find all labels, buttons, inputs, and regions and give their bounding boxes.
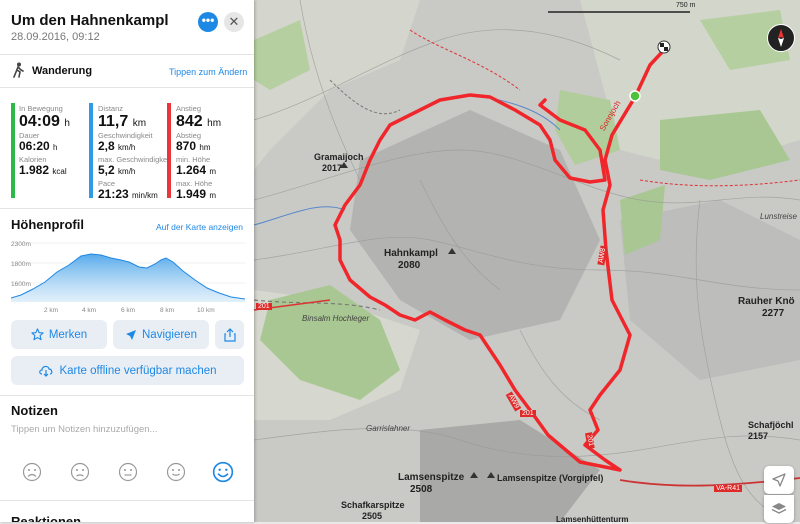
profile-x-label: 4 km — [82, 307, 97, 314]
compass-button[interactable] — [767, 24, 795, 52]
trail-badge-var41: VA-R41 — [714, 485, 742, 492]
map-label-garrislahner: Garrislahner — [366, 424, 411, 433]
change-activity-link[interactable]: Tippen zum Ändern — [169, 67, 247, 77]
moving-label: In Bewegung — [19, 104, 63, 113]
divider — [0, 54, 254, 55]
elevation-profile-area — [11, 254, 245, 302]
max-speed-value: 5,2 km/h — [98, 163, 136, 177]
ascent-stat-bar — [167, 103, 171, 198]
map-label-schafjochl: Schafjöchl — [748, 420, 794, 430]
route-detail-panel: Um den Hahnenkampl 28.09.2016, 09:12 •••… — [0, 0, 254, 522]
min-height-value: 1.264 m — [176, 163, 217, 177]
map-label-lamsenspitze: Lamsenspitze — [398, 472, 465, 483]
profile-y-label: 1600m — [11, 281, 31, 288]
profile-x-label: 8 km — [160, 307, 175, 314]
map-label-hahnkampl-height: 2080 — [398, 260, 421, 271]
layers-button[interactable] — [764, 495, 794, 523]
profile-x-label: 10 km — [197, 307, 215, 314]
show-on-map-link[interactable]: Auf der Karte anzeigen — [156, 222, 243, 232]
save-button[interactable]: Merken — [11, 320, 107, 349]
very-happy-face-icon[interactable] — [212, 461, 234, 483]
route-date: 28.09.2016, 09:12 — [11, 31, 100, 43]
route-finish-marker — [657, 40, 671, 54]
notes-input[interactable]: Tippen um Notizen hinzuzufügen... — [11, 424, 157, 435]
locate-button[interactable] — [764, 466, 794, 494]
ascent-label: Anstieg — [176, 104, 202, 113]
location-arrow-icon — [772, 473, 786, 487]
very-sad-face-icon[interactable] — [22, 462, 42, 482]
share-button[interactable] — [215, 320, 244, 349]
trail-badge-201: 201 — [520, 410, 536, 417]
layers-icon — [771, 503, 787, 514]
star-icon — [31, 328, 44, 341]
cloud-download-icon — [39, 365, 53, 377]
sad-face-icon[interactable] — [70, 462, 90, 482]
share-icon — [223, 327, 236, 342]
profile-y-label: 2300m — [11, 241, 31, 248]
map-label-vorgipfel: Lamsenspitze (Vorgipfel) — [497, 473, 604, 483]
navigation-arrow-icon — [126, 329, 136, 340]
calories-value: 1.982 kcal — [19, 163, 67, 177]
activity-type: Wanderung — [32, 65, 93, 77]
distance-label: Distanz — [98, 104, 124, 113]
map-label-rauher-height: 2277 — [762, 308, 785, 319]
pace-value: 21:23 min/km — [98, 187, 158, 201]
map-label-schafkarspitze: Schafkarspitze — [341, 500, 405, 510]
map-label-rauher: Rauher Knö — [738, 296, 795, 307]
map-scale-label: 750 m — [676, 2, 696, 9]
map-label-hahnkampl: Hahnkampl — [384, 248, 438, 259]
route-start-marker — [629, 90, 641, 102]
more-button[interactable]: ••• — [198, 12, 218, 32]
notes-heading: Notizen — [11, 403, 58, 418]
elevation-profile-chart[interactable] — [11, 240, 245, 304]
profile-heading: Höhenprofil — [11, 217, 84, 232]
happy-face-icon[interactable] — [166, 462, 186, 482]
more-icon: ••• — [201, 13, 215, 27]
hiking-icon — [13, 62, 24, 78]
neutral-face-icon[interactable] — [118, 462, 138, 482]
max-height-value: 1.949 m — [176, 187, 217, 201]
ascent-value: 842 hm — [176, 113, 222, 130]
map-label-gramaijoch-height: 2017 — [322, 163, 343, 173]
profile-x-label: 2 km — [44, 307, 59, 314]
map-label-schafjochl-height: 2157 — [748, 431, 769, 441]
profile-x-label: 6 km — [121, 307, 136, 314]
reactions-heading: Reaktionen — [11, 514, 82, 522]
descent-value: 870 hm — [176, 139, 211, 153]
distance-value: 11,7 km — [98, 113, 147, 130]
duration-value: 06:20 h — [19, 139, 58, 153]
navigate-button[interactable]: Navigieren — [113, 320, 209, 349]
offline-map-button[interactable]: Karte offline verfügbar machen — [11, 356, 244, 385]
close-icon: ✕ — [228, 14, 240, 29]
close-button[interactable]: ✕ — [224, 12, 244, 32]
compass-icon — [778, 29, 784, 47]
distance-stat-bar — [89, 103, 93, 198]
map-label-lunstreise: Lunstreise — [760, 212, 797, 221]
map-label-schafkarspitze-height: 2505 — [362, 511, 383, 521]
map-label-gramaijoch: Gramaijoch — [314, 152, 364, 162]
trail-badge-201-west: 201 — [256, 303, 272, 310]
profile-y-label: 1800m — [11, 261, 31, 268]
map-label-lamsenhuette: Lamsenhüttenturm — [556, 515, 629, 524]
avg-speed-value: 2,8 km/h — [98, 139, 136, 153]
map-label-binsalm: Binsalm Hochleger — [302, 314, 370, 323]
moving-value: 04:09 h — [19, 113, 70, 130]
route-title: Um den Hahnenkampl — [11, 12, 169, 29]
map-label-lamsenspitze-height: 2508 — [410, 484, 433, 495]
